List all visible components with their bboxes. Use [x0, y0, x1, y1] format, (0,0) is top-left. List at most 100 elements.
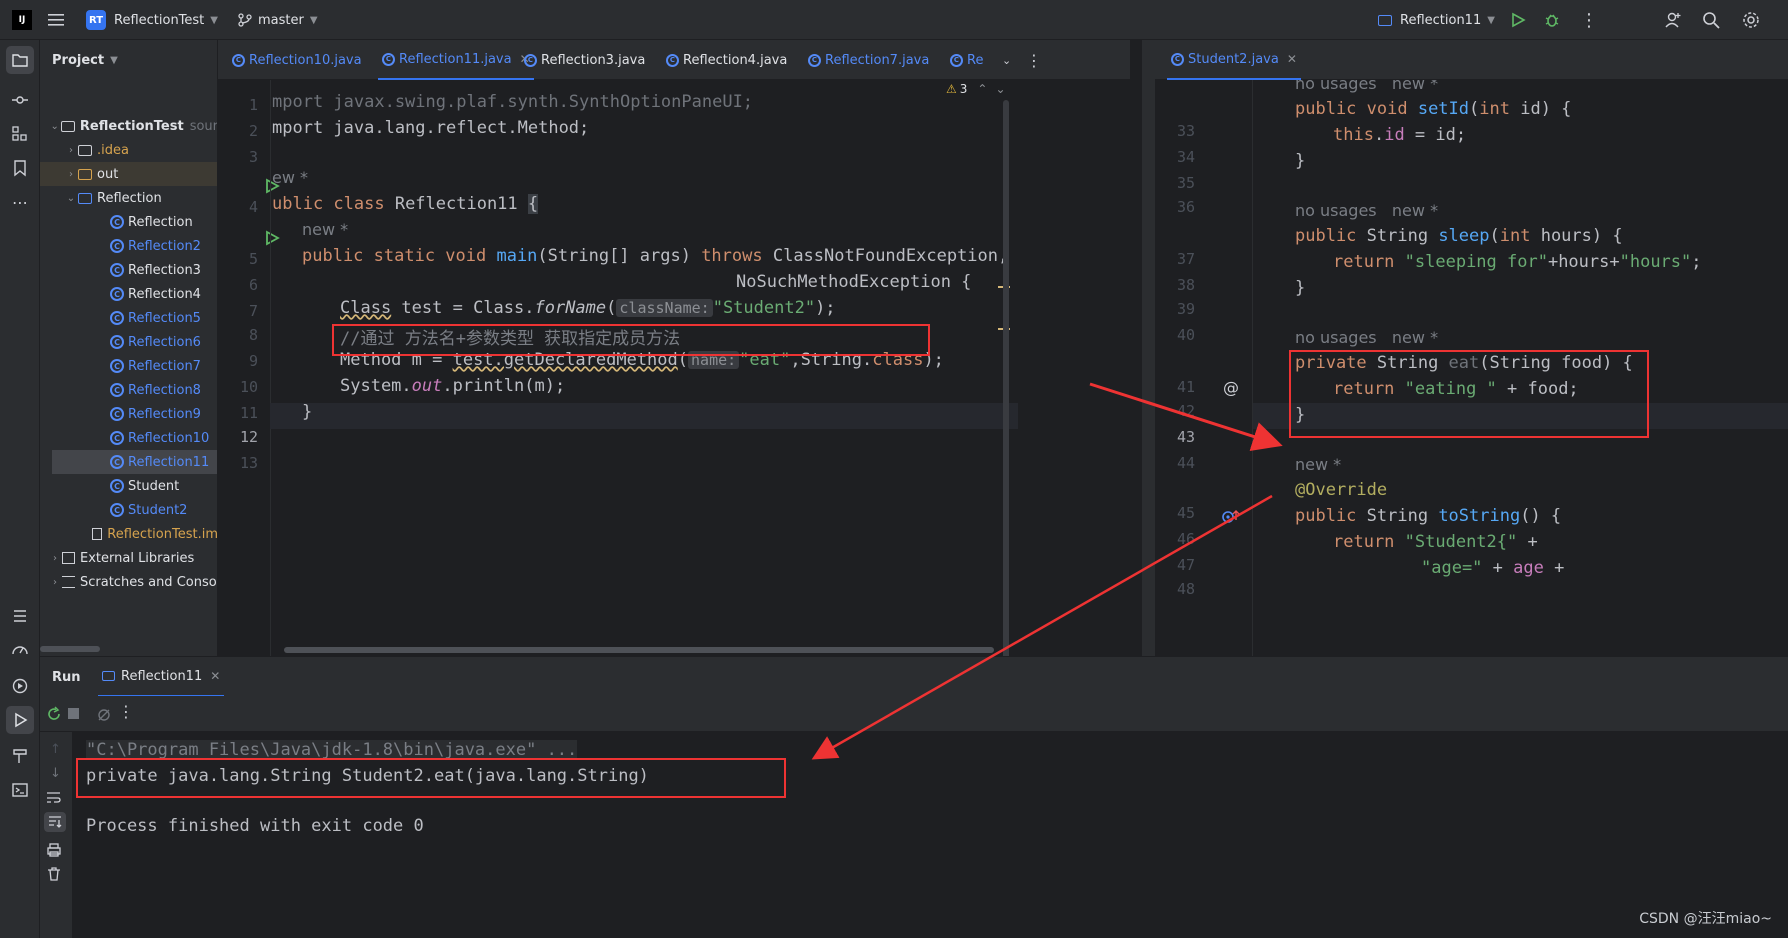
arrow-up-icon[interactable]: ↑ — [50, 742, 61, 757]
search-button[interactable] — [1702, 0, 1720, 40]
more-tools-button[interactable]: ⋯ — [6, 188, 34, 216]
maven-tool-button[interactable] — [6, 742, 34, 770]
debug-button[interactable] — [1544, 0, 1560, 40]
tree-item-class-selected[interactable]: C Reflection11 — [52, 450, 217, 474]
tab-reflection4[interactable]: C Reflection4.java — [666, 40, 787, 80]
run-tool-button[interactable] — [6, 706, 34, 734]
chevron-up-icon[interactable]: ⌃ — [977, 82, 987, 96]
close-icon[interactable]: ✕ — [210, 669, 220, 683]
scratches-icon — [62, 576, 75, 588]
tree-item-idea[interactable]: › .idea — [40, 138, 217, 162]
usage-hint[interactable]: new * — [1295, 455, 1341, 474]
project-panel-header[interactable]: Project ▼ — [40, 40, 217, 80]
editor-student2[interactable]: 33 34 35 36 37 38 39 40 41 42 43 44 45 4… — [1155, 80, 1788, 656]
tree-item-external-libraries[interactable]: › External Libraries — [40, 546, 217, 570]
inspection-widget[interactable]: ⚠ 3 ⌃ ⌄ — [946, 82, 1006, 96]
app-logo[interactable]: IJ — [12, 0, 32, 40]
usage-hint[interactable]: no usages — [1295, 328, 1377, 347]
soft-wrap-button[interactable] — [46, 790, 62, 808]
tree-item-scratches[interactable]: › Scratches and Conso — [40, 570, 217, 594]
rerun-button[interactable] — [46, 706, 62, 726]
chevron-down-icon[interactable]: ⌄ — [995, 82, 1005, 96]
usage-hint[interactable]: no usages — [1295, 80, 1377, 93]
run-button[interactable] — [1510, 0, 1526, 40]
usage-hint[interactable]: new * — [1392, 328, 1438, 347]
line-number: 35 — [1176, 174, 1195, 192]
usage-hint[interactable]: no usages — [1295, 201, 1377, 220]
project-tool-button[interactable] — [6, 46, 34, 74]
tree-item-class[interactable]: C Reflection6 — [40, 330, 217, 354]
settings-button[interactable] — [1742, 0, 1760, 40]
tree-item-out[interactable]: › out — [40, 162, 217, 186]
structure-tool-button[interactable] — [6, 120, 34, 148]
git-branch-icon — [238, 13, 252, 27]
run-icon — [15, 712, 28, 728]
camera-button[interactable] — [96, 706, 112, 726]
line-number: 42 — [1176, 402, 1195, 420]
tree-item-class[interactable]: C Student2 — [40, 498, 217, 522]
tree-item-label: Reflection11 — [128, 454, 210, 470]
usage-hint[interactable]: new * — [1392, 201, 1438, 220]
tree-item-class[interactable]: C Reflection7 — [40, 354, 217, 378]
tree-item-class[interactable]: C Reflection2 — [40, 234, 217, 258]
print-button[interactable] — [46, 842, 62, 862]
usage-hint[interactable]: ew * — [272, 168, 308, 187]
tab-reflection7[interactable]: C Reflection7.java — [808, 40, 929, 80]
tree-item-class[interactable]: C Reflection9 — [40, 402, 217, 426]
overrides-method-icon[interactable] — [1221, 508, 1241, 528]
tree-item-class[interactable]: C Student — [40, 474, 217, 498]
vertical-scrollbar[interactable] — [1003, 100, 1009, 656]
terminal-tool-button[interactable] — [6, 776, 34, 804]
at-sign-icon[interactable]: @ — [1223, 378, 1239, 397]
highlight-box-getdeclaredmethod — [332, 324, 930, 356]
scroll-to-end-button[interactable] — [44, 812, 66, 832]
main-menu-button[interactable] — [48, 0, 66, 40]
tree-item-class[interactable]: C Reflection — [40, 210, 217, 234]
tree-item-class[interactable]: C Reflection4 — [40, 282, 217, 306]
usage-hint[interactable]: new * — [1392, 80, 1438, 93]
tab-reflection3[interactable]: C Reflection3.java — [524, 40, 645, 80]
tab-reflection11[interactable]: C Reflection11.java ✕ — [378, 40, 534, 80]
run-config-selector[interactable]: Reflection11 ▼ — [1378, 0, 1495, 40]
editor-reflection11[interactable]: 1 2 3 4 5 6 7 8 9 10 11 12 13 ⚠ 3 ⌃ ⌄ mp… — [218, 80, 1142, 656]
chevron-right-icon: › — [53, 552, 57, 564]
usage-hint[interactable]: new * — [302, 220, 348, 239]
more-actions-button[interactable]: ⋮ — [1580, 0, 1598, 40]
horizontal-scrollbar[interactable] — [284, 647, 994, 653]
tab-list-button[interactable]: ⌄ — [1002, 40, 1011, 80]
bookmarks-tool-button[interactable] — [6, 154, 34, 182]
tree-item-iml[interactable]: ReflectionTest.im — [40, 522, 218, 546]
clear-console-button[interactable] — [46, 866, 62, 886]
tab-truncated[interactable]: C Re — [950, 40, 983, 80]
code-with-me-button[interactable] — [1664, 0, 1682, 40]
terminal-icon — [12, 783, 28, 797]
class-icon: C — [110, 479, 124, 493]
tree-item-class[interactable]: C Reflection3 — [40, 258, 217, 282]
arrow-down-icon[interactable]: ↓ — [50, 766, 61, 781]
stop-button[interactable] — [68, 708, 79, 719]
editor-splitter[interactable] — [1142, 40, 1155, 656]
tree-item-class[interactable]: C Reflection10 — [40, 426, 217, 450]
warning-icon: ⚠ — [946, 82, 957, 96]
more-actions-button[interactable]: ⋮ — [118, 702, 134, 721]
tree-item-project-root[interactable]: ⌄ ReflectionTest sour — [40, 114, 217, 138]
tab-student2[interactable]: C Student2.java ✕ — [1167, 40, 1301, 80]
line-number: 1 — [248, 96, 258, 114]
services-tool-button[interactable] — [6, 602, 34, 630]
commit-tool-button[interactable] — [6, 86, 34, 114]
tree-item-class[interactable]: C Reflection5 — [40, 306, 217, 330]
tree-item-class[interactable]: C Reflection8 — [40, 378, 217, 402]
build-tool-button[interactable] — [6, 672, 34, 700]
tree-item-label: ReflectionTest.im — [107, 526, 218, 542]
branch-switcher[interactable]: master ▼ — [238, 0, 318, 40]
tree-item-label: Reflection8 — [128, 382, 201, 398]
close-icon[interactable]: ✕ — [1287, 52, 1297, 66]
tab-reflection10[interactable]: C Reflection10.java — [232, 40, 362, 80]
horizontal-scrollbar[interactable] — [40, 646, 100, 652]
tree-item-reflection-module[interactable]: ⌄ Reflection — [40, 186, 217, 210]
tab-actions-button[interactable]: ⋮ — [1026, 40, 1042, 80]
run-tab-reflection11[interactable]: Reflection11 ✕ — [98, 657, 225, 697]
console-output[interactable]: "C:\Program Files\Java\jdk-1.8\bin\java.… — [72, 732, 1788, 938]
profiler-tool-button[interactable] — [6, 636, 34, 664]
project-switcher[interactable]: RT ReflectionTest ▼ — [86, 0, 218, 40]
